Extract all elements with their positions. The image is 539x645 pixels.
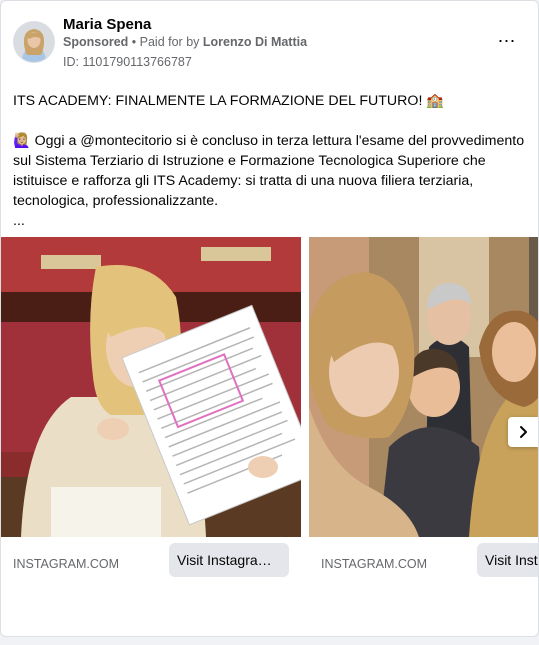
- ad-card: Maria Spena Sponsored • Paid for by Lore…: [0, 0, 539, 637]
- post-body: 🙋🏼‍♀️ Oggi a @montecitorio si è concluso…: [13, 133, 525, 209]
- carousel-card[interactable]: INSTAGRAM.COM Visit Instagram profile: [309, 237, 538, 587]
- chevron-right-icon: [520, 426, 527, 438]
- avatar-image: [14, 22, 54, 62]
- carousel-next-button[interactable]: [508, 417, 538, 447]
- sponsor-line: Sponsored • Paid for by Lorenzo Di Matti…: [63, 35, 307, 49]
- link-domain[interactable]: INSTAGRAM.COM: [321, 557, 427, 571]
- photo-parliament-documents: [1, 237, 301, 537]
- link-domain[interactable]: INSTAGRAM.COM: [13, 557, 119, 571]
- carousel-image[interactable]: [1, 237, 301, 537]
- carousel-card[interactable]: INSTAGRAM.COM Visit Instagram profile: [1, 237, 301, 587]
- carousel-image[interactable]: [309, 237, 538, 537]
- author-name[interactable]: Maria Spena: [63, 16, 151, 33]
- post-text: ITS ACADEMY: FINALMENTE LA FORMAZIONE DE…: [13, 91, 528, 231]
- post-header: Maria Spena Sponsored • Paid for by Lore…: [13, 15, 528, 71]
- carousel-card-footer: INSTAGRAM.COM Visit Instagram profile: [1, 537, 301, 587]
- separator-dot: •: [131, 35, 140, 49]
- photo-group-selfie: [309, 237, 538, 537]
- ad-id: ID: 1101790113766787: [63, 55, 192, 69]
- see-more-ellipsis[interactable]: ...: [13, 211, 528, 231]
- carousel: INSTAGRAM.COM Visit Instagram profile: [1, 237, 538, 587]
- visit-instagram-button[interactable]: Visit Instagram profile: [169, 543, 289, 577]
- carousel-card-footer: INSTAGRAM.COM Visit Instagram profile: [309, 537, 538, 587]
- avatar[interactable]: [13, 21, 55, 63]
- more-options-icon[interactable]: ⋯: [494, 31, 520, 51]
- sponsored-label: Sponsored: [63, 35, 129, 49]
- visit-instagram-button[interactable]: Visit Instagram profile: [477, 543, 538, 577]
- paid-for-prefix: Paid for by: [139, 35, 200, 49]
- payer-name: Lorenzo Di Mattia: [202, 35, 308, 49]
- post-headline: ITS ACADEMY: FINALMENTE LA FORMAZIONE DE…: [13, 93, 444, 109]
